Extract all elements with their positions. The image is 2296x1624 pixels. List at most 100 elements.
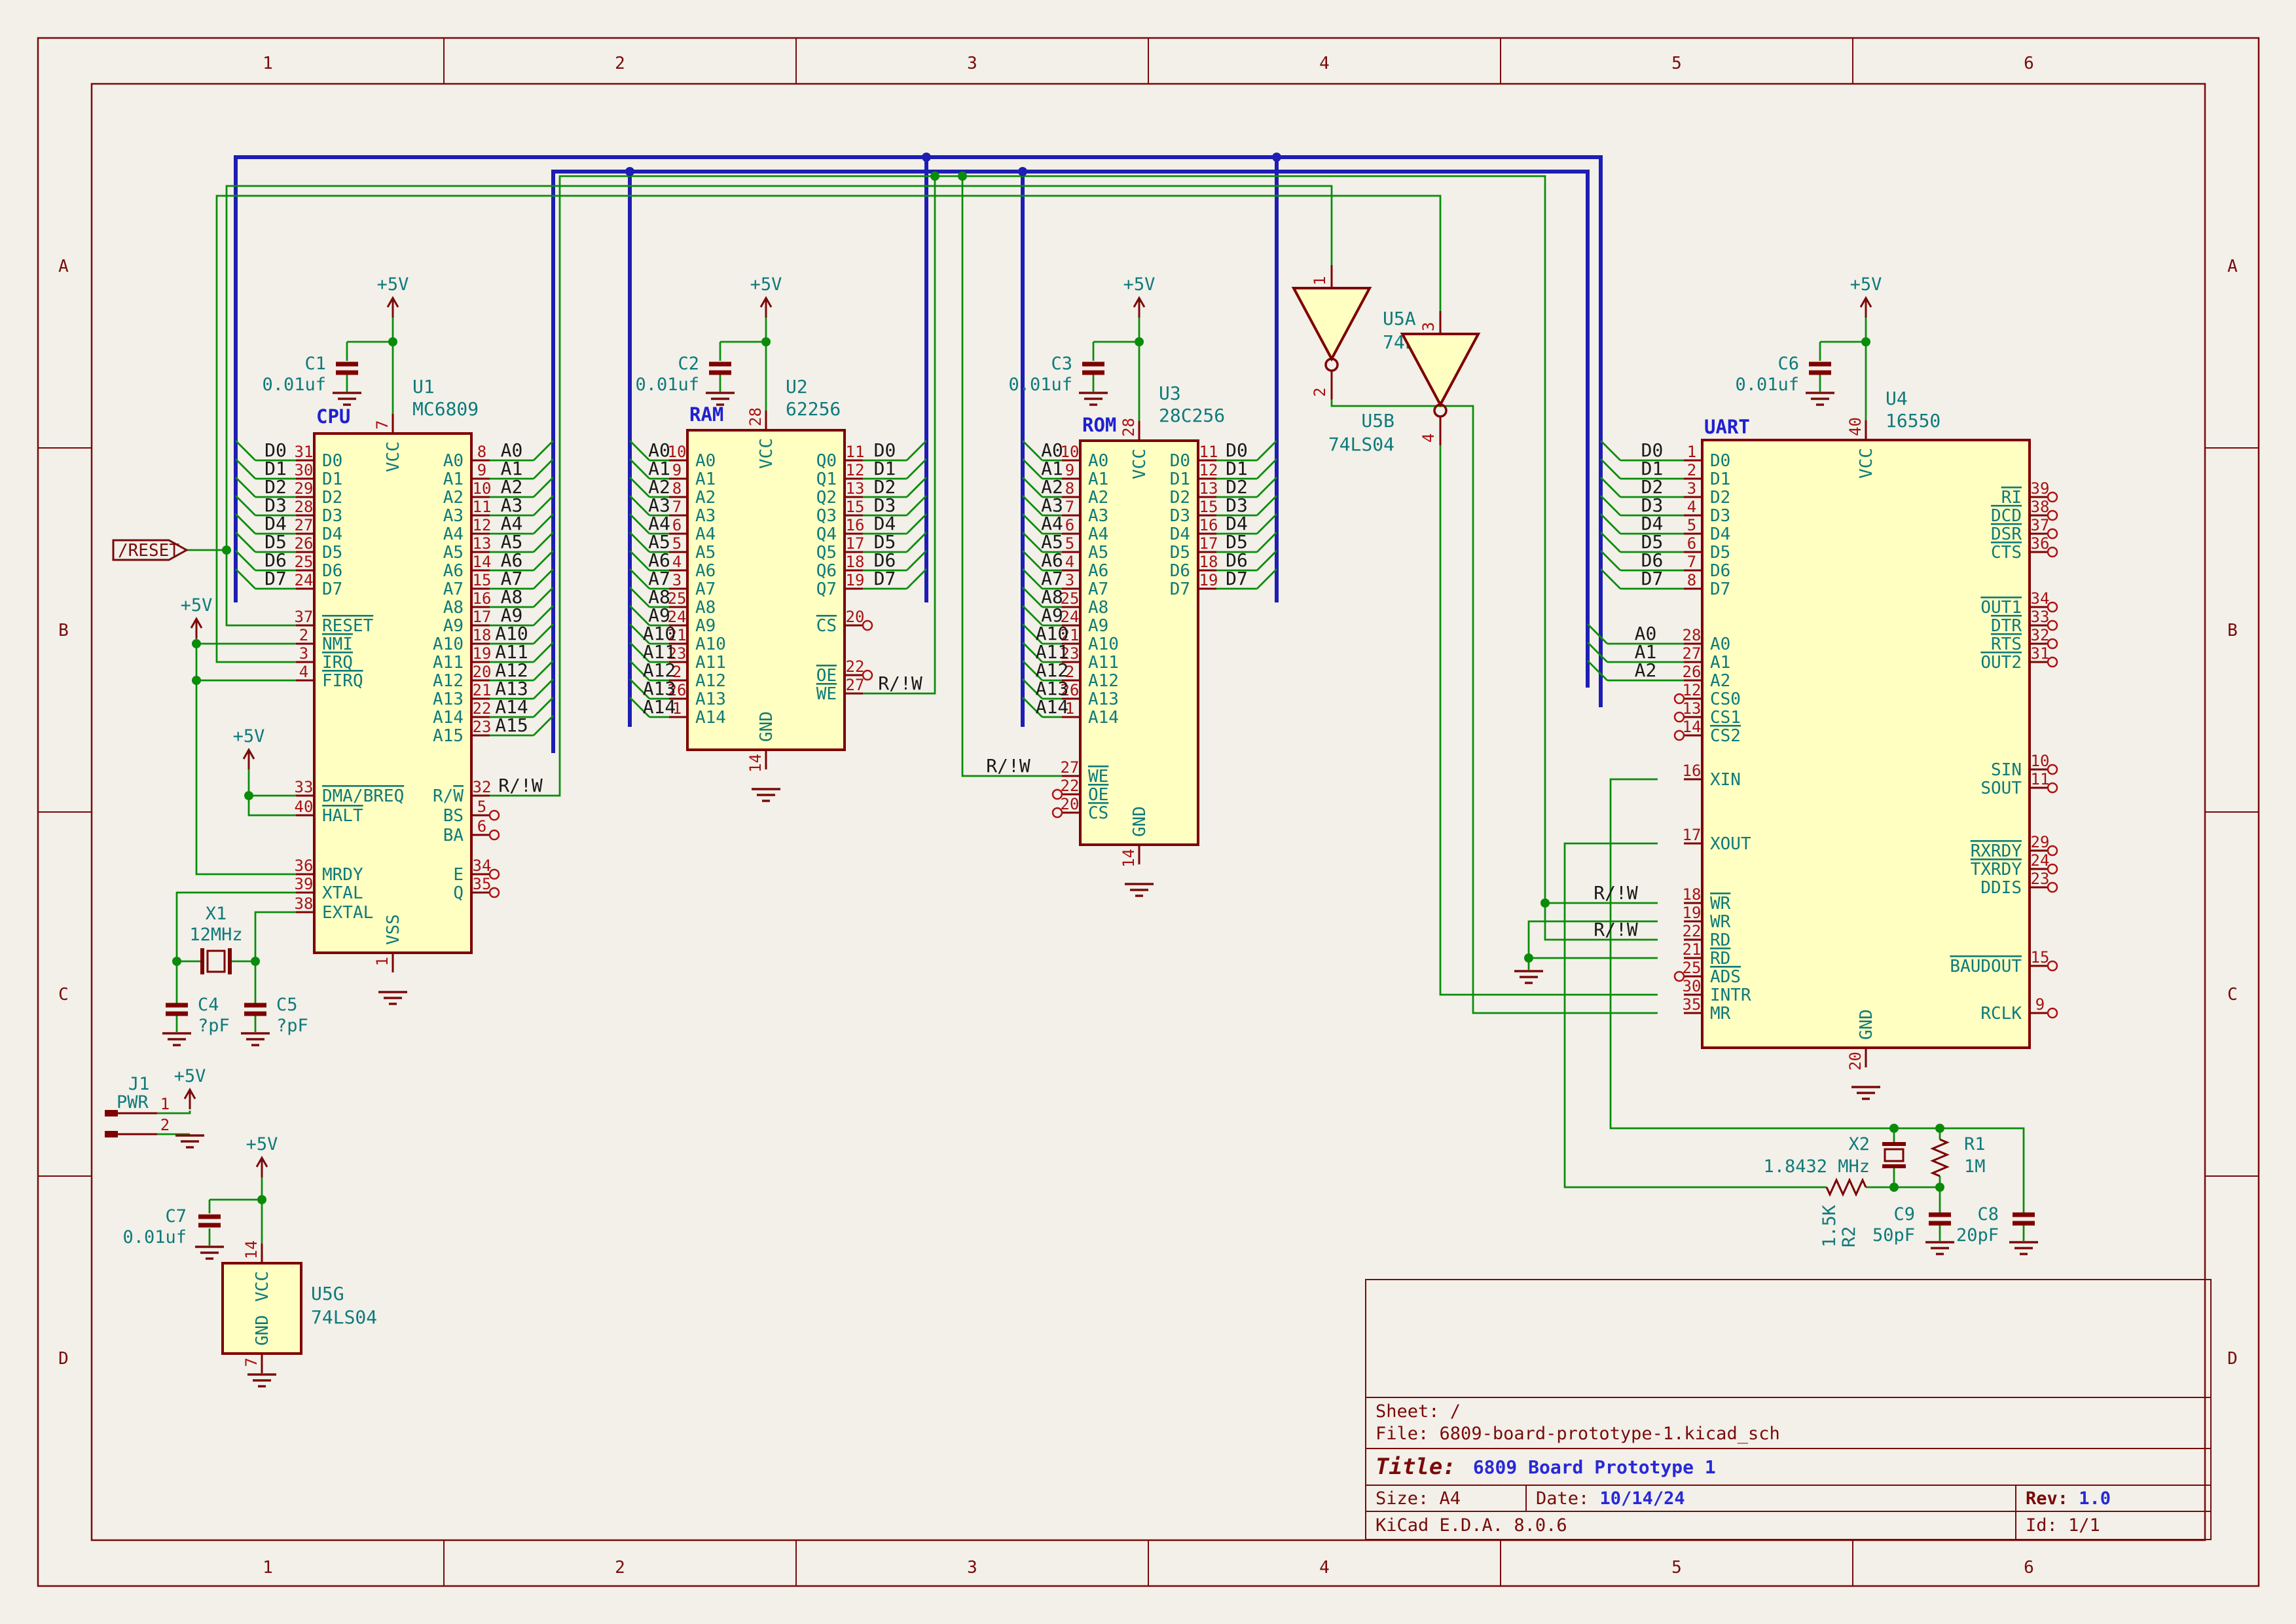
- svg-text:GND: GND: [1130, 806, 1150, 837]
- svg-text:OUT2: OUT2: [1980, 653, 2022, 673]
- svg-text:A: A: [58, 257, 69, 276]
- svg-text:WE: WE: [1088, 767, 1108, 786]
- svg-text:31: 31: [295, 443, 314, 461]
- svg-text:D6: D6: [322, 561, 342, 581]
- svg-text:Q4: Q4: [816, 525, 837, 544]
- svg-text:?pF: ?pF: [198, 1016, 230, 1036]
- net-flag-reset[interactable]: /RESET: [113, 540, 187, 561]
- svg-text:A14: A14: [1088, 708, 1119, 728]
- capacitor-c1[interactable]: C10.01uf: [262, 354, 358, 395]
- svg-text:D2: D2: [1710, 488, 1730, 507]
- svg-text:HALT: HALT: [322, 806, 363, 826]
- svg-text:OUT1: OUT1: [1980, 598, 2022, 618]
- svg-text:A0: A0: [695, 451, 716, 471]
- svg-text:13: 13: [1199, 479, 1218, 498]
- svg-text:16550: 16550: [1886, 410, 1941, 432]
- resistor-r2[interactable]: R21.5K: [1819, 1180, 1866, 1247]
- svg-text:D7: D7: [322, 580, 342, 599]
- svg-text:Q0: Q0: [816, 451, 837, 471]
- inverter-u5b[interactable]: 34U5B74LS04: [1328, 311, 1478, 455]
- svg-text:+5V: +5V: [1123, 274, 1156, 295]
- svg-text:D1: D1: [1710, 470, 1730, 489]
- svg-text:A0: A0: [1710, 635, 1730, 654]
- svg-text:6: 6: [1065, 516, 1074, 534]
- svg-text:2: 2: [160, 1116, 170, 1134]
- svg-text:5: 5: [1065, 534, 1074, 553]
- title-block: Sheet: / File: 6809-board-prototype-1.ki…: [1365, 1279, 2212, 1540]
- gate-power-u5g[interactable]: 14VCC7GNDU5G74LS04: [223, 1240, 377, 1373]
- svg-text:A2: A2: [1635, 659, 1657, 681]
- svg-text:15: 15: [846, 498, 865, 516]
- svg-text:6: 6: [672, 516, 682, 534]
- svg-text:RAM: RAM: [689, 403, 723, 426]
- svg-text:A0: A0: [443, 451, 464, 471]
- ic-u4-uart[interactable]: U416550UART: [1702, 388, 2030, 1048]
- svg-text:40: 40: [1846, 417, 1865, 436]
- svg-text:R/W: R/W: [433, 786, 464, 806]
- svg-text:A10: A10: [433, 635, 464, 654]
- connector-j1-pwr[interactable]: J1PWR12: [105, 1074, 170, 1137]
- capacitor-c4[interactable]: C4?pF: [166, 995, 230, 1036]
- svg-text:C8: C8: [1977, 1204, 1999, 1225]
- svg-text:0.01uf: 0.01uf: [635, 375, 699, 395]
- svg-text:12: 12: [846, 461, 865, 479]
- svg-text:GND: GND: [757, 711, 776, 742]
- svg-text:18: 18: [473, 626, 492, 644]
- svg-text:19: 19: [1683, 904, 1702, 922]
- svg-text:A11: A11: [695, 653, 726, 673]
- svg-text:A4: A4: [1088, 525, 1108, 544]
- app-version: KiCad E.D.A. 8.0.6: [1366, 1512, 2015, 1539]
- crystal-x1[interactable]: X112MHz: [189, 904, 242, 974]
- svg-text:10: 10: [2031, 752, 2050, 770]
- svg-text:4: 4: [1319, 54, 1330, 73]
- capacitor-c6[interactable]: C60.01uf: [1735, 354, 1831, 395]
- svg-text:16: 16: [846, 516, 865, 534]
- capacitor-c2[interactable]: C20.01uf: [635, 354, 731, 395]
- svg-text:A1: A1: [695, 470, 716, 489]
- svg-text:DMA/BREQ: DMA/BREQ: [322, 786, 404, 806]
- date-label: Date:: [1536, 1488, 1600, 1509]
- svg-text:7: 7: [1065, 498, 1074, 516]
- svg-text:RD: RD: [1710, 949, 1730, 969]
- svg-text:11: 11: [846, 443, 865, 461]
- svg-text:26: 26: [1683, 663, 1702, 681]
- svg-text:ADS: ADS: [1710, 967, 1741, 987]
- svg-text:33: 33: [295, 778, 314, 796]
- capacitor-c7[interactable]: C70.01uf: [122, 1206, 221, 1247]
- svg-text:D7: D7: [1226, 568, 1248, 589]
- svg-text:3: 3: [672, 571, 682, 589]
- svg-text:22: 22: [473, 699, 492, 718]
- svg-text:A1: A1: [1710, 653, 1730, 673]
- svg-text:A1: A1: [443, 470, 464, 489]
- svg-text:A3: A3: [695, 506, 716, 526]
- svg-text:ROM: ROM: [1082, 414, 1116, 436]
- svg-text:4: 4: [1319, 1558, 1330, 1578]
- svg-text:A14: A14: [1036, 696, 1069, 718]
- svg-text:9: 9: [2035, 995, 2045, 1014]
- svg-text:Q3: Q3: [816, 506, 837, 526]
- capacitor-c5[interactable]: C5?pF: [244, 995, 308, 1036]
- svg-text:SOUT: SOUT: [1980, 779, 2022, 798]
- svg-text:3: 3: [967, 1558, 977, 1578]
- crystal-x2[interactable]: X21.8432 MHz: [1763, 1134, 1906, 1177]
- svg-text:35: 35: [473, 875, 492, 893]
- svg-text:A: A: [2227, 257, 2238, 276]
- svg-text:X1: X1: [206, 904, 227, 924]
- svg-text:C7: C7: [165, 1206, 187, 1227]
- resistor-r1[interactable]: R11M: [1933, 1134, 1986, 1177]
- size-value: A4: [1440, 1488, 1461, 1509]
- svg-text:4: 4: [1065, 553, 1074, 571]
- svg-text:2: 2: [1311, 388, 1329, 397]
- svg-text:+5V: +5V: [174, 1066, 206, 1086]
- svg-text:14: 14: [1683, 718, 1702, 736]
- svg-text:6: 6: [2024, 1558, 2034, 1578]
- svg-text:34: 34: [2031, 589, 2050, 608]
- svg-text:MR: MR: [1710, 1004, 1731, 1024]
- svg-text:19: 19: [473, 644, 492, 663]
- svg-text:28: 28: [746, 407, 765, 426]
- svg-text:D7: D7: [874, 568, 896, 589]
- svg-text:A4: A4: [695, 525, 716, 544]
- title-block-bottom-row: KiCad E.D.A. 8.0.6 Id: 1/1: [1366, 1512, 2210, 1539]
- svg-text:20: 20: [473, 663, 492, 681]
- svg-text:4: 4: [1419, 434, 1438, 443]
